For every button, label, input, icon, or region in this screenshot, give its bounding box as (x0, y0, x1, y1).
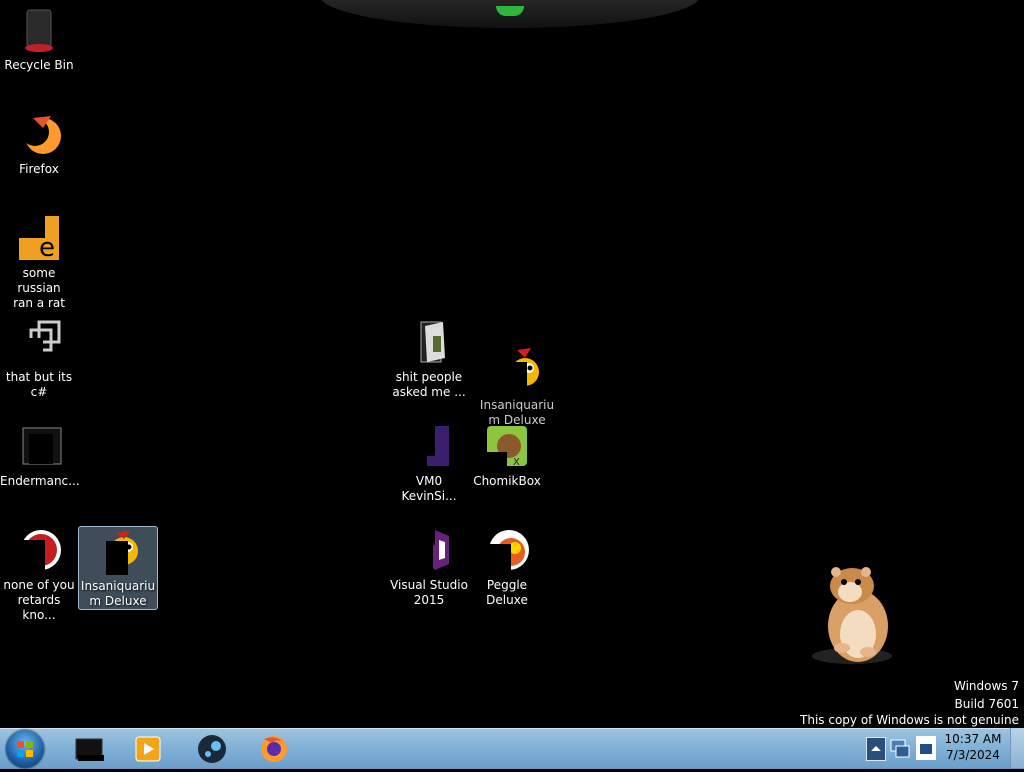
firefox-icon (15, 110, 63, 158)
desktop-icon-insaniquarium-selected[interactable]: Insaniquariu m Deluxe (78, 526, 158, 610)
peggle-icon (483, 526, 531, 574)
desktop-icon-visual-studio[interactable]: Visual Studio 2015 (390, 526, 468, 608)
desktop-icon-shit-people-asked[interactable]: shit people asked me ... (390, 318, 468, 400)
desktop-icon-that-but-its-csharp[interactable]: that but its c# (0, 318, 78, 400)
taskbar-firefox[interactable] (254, 733, 294, 765)
shortcut-icon (15, 318, 63, 366)
taskbar-steam[interactable] (192, 733, 232, 765)
tray-expand-button[interactable] (866, 737, 886, 761)
tray-network[interactable] (888, 736, 912, 760)
app-icon (15, 422, 63, 470)
folder-icon (405, 318, 453, 366)
chomikbox-icon: X (483, 422, 531, 470)
tray-action-center[interactable] (914, 734, 938, 762)
chevron-up-icon (871, 746, 881, 751)
fish-icon (493, 346, 541, 394)
system-tray (862, 728, 942, 768)
app-icon (405, 422, 453, 470)
svg-text:e: e (39, 233, 55, 262)
recycle-bin-icon (15, 6, 63, 54)
desktop-icon-chomikbox[interactable]: X ChomikBox (468, 422, 546, 489)
svg-text:X: X (513, 457, 520, 468)
start-button[interactable] (6, 730, 44, 768)
taskbar-clock[interactable]: 10:37 AM 7/3/2024 (944, 731, 1002, 763)
desktop-icon-peggle-deluxe[interactable]: Peggle Deluxe (468, 526, 546, 608)
file-icon: e (15, 214, 63, 263)
desktop-pet-hamster[interactable] (806, 560, 896, 670)
desktop-icon-recycle-bin[interactable]: Recycle Bin (0, 6, 78, 73)
firefox-icon (261, 736, 287, 762)
hamster-icon (812, 567, 892, 664)
network-icon (890, 739, 910, 758)
clock-date: 7/3/2024 (946, 748, 1000, 762)
desktop-icon-vm0[interactable]: VM0 KevinSi... (390, 422, 468, 504)
status-light (496, 6, 524, 16)
desktop-icon-insaniquarium-dragging[interactable]: Insaniquariu m Deluxe (478, 346, 556, 428)
media-player-icon (135, 736, 161, 762)
desktop-icon-firefox[interactable]: Firefox (0, 110, 78, 177)
watermark-line-3: This copy of Windows is not genuine (800, 713, 1019, 727)
windows-logo-icon (17, 741, 33, 757)
terminal-icon (75, 738, 104, 761)
monitor-icon (916, 736, 936, 760)
steam-icon (198, 735, 226, 763)
fish-icon (94, 527, 142, 575)
watermark-line-1: Windows 7 (953, 679, 1019, 693)
show-desktop-button[interactable] (1010, 728, 1024, 768)
visual-studio-icon (405, 526, 453, 574)
desktop-icon-none-of-you[interactable]: none of you retards kno... (0, 526, 78, 623)
clock-time: 10:37 AM (944, 732, 1002, 746)
taskbar-terminal[interactable] (70, 733, 110, 765)
top-gadget (320, 0, 700, 28)
desktop-icon-some-russian[interactable]: e some russian ran a rat (0, 214, 78, 311)
app-icon (15, 526, 63, 574)
desktop-icon-endermanc[interactable]: Endermanc... (0, 422, 80, 489)
taskbar-media-player[interactable] (128, 733, 168, 765)
